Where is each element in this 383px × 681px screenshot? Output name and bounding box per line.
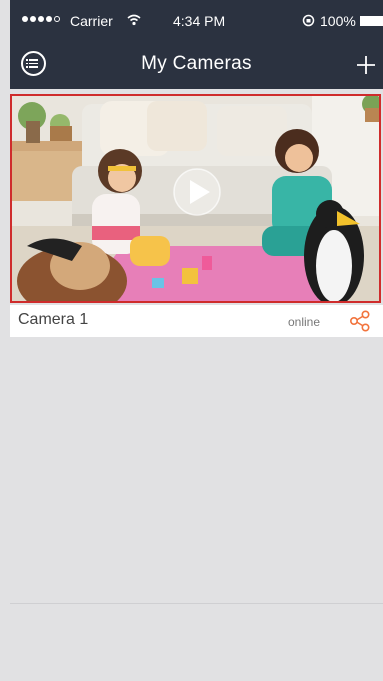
app-header: Carrier 4:34 PM 100% My Cameras (10, 0, 383, 89)
plus-icon (357, 56, 375, 74)
empty-camera-slot (10, 604, 383, 681)
add-camera-button[interactable] (355, 46, 377, 82)
battery-icon (360, 16, 383, 26)
navigation-bar: My Cameras (10, 44, 383, 89)
rotation-lock-icon (302, 14, 315, 27)
camera-info-bar: Camera 1 online (10, 305, 383, 337)
share-icon (349, 310, 370, 332)
clock: 4:34 PM (173, 13, 226, 29)
camera-name: Camera 1 (18, 311, 89, 328)
page-title: My Cameras (141, 53, 252, 74)
share-button[interactable] (349, 310, 371, 332)
signal-strength-icon (22, 16, 60, 22)
wifi-icon (127, 14, 141, 26)
play-icon[interactable] (173, 168, 221, 216)
carrier-label: Carrier (70, 13, 113, 29)
camera-status-badge: online (288, 315, 321, 329)
battery-percentage: 100% (320, 13, 356, 29)
empty-camera-slot (10, 342, 383, 604)
status-bar: Carrier 4:34 PM 100% (10, 0, 383, 44)
camera-preview[interactable] (10, 94, 381, 303)
camera-snapshot-image (12, 96, 379, 301)
